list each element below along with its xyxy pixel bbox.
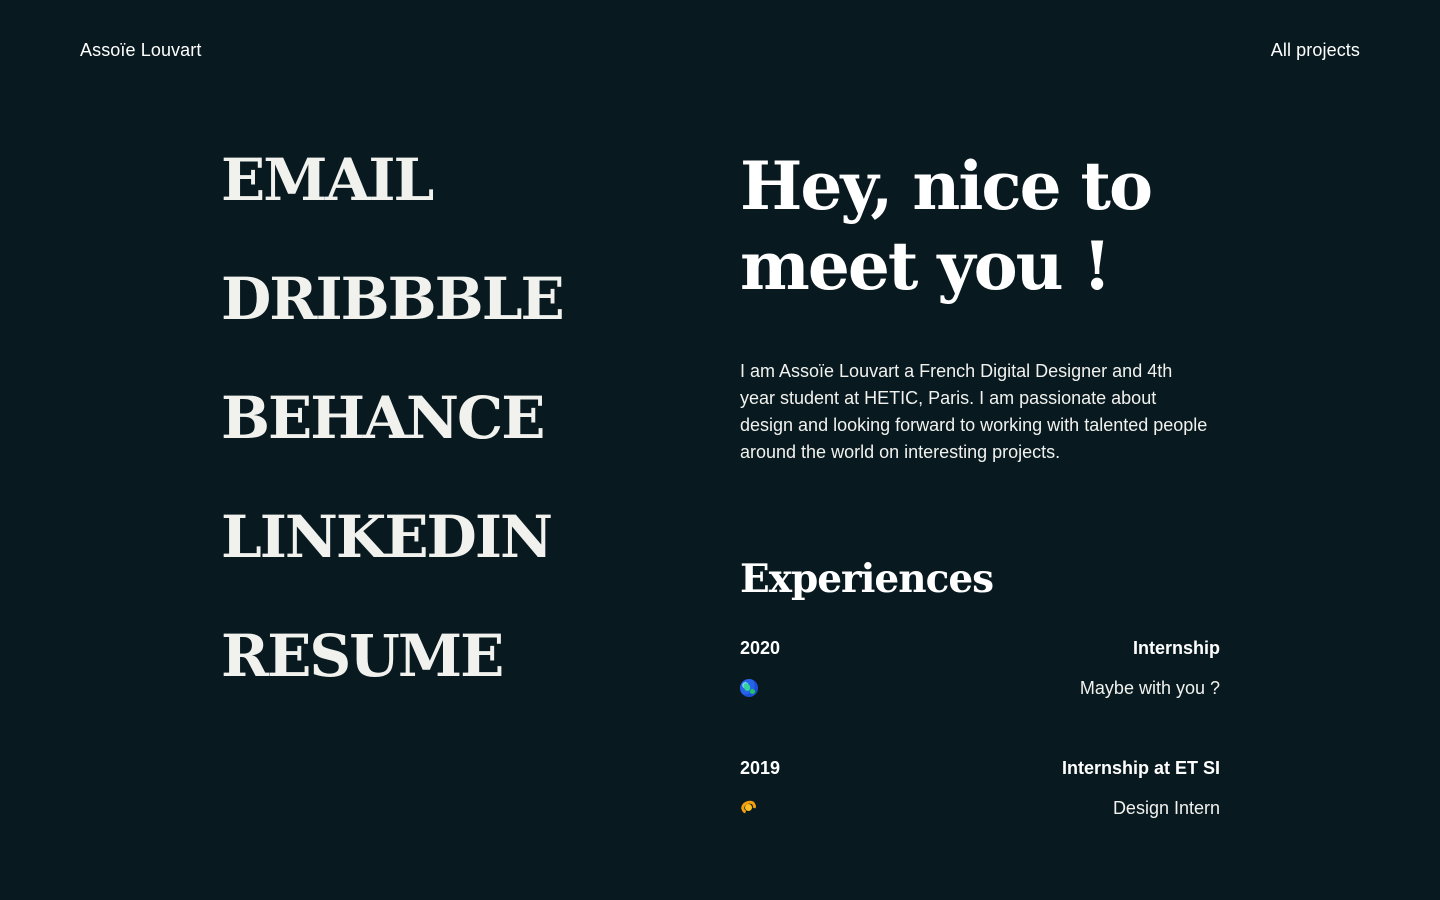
email-link[interactable]: EMAIL <box>221 146 434 214</box>
social-link-item: RESUME <box>221 622 641 741</box>
linkedin-link[interactable]: LINKEDIN <box>221 503 553 571</box>
title-line-1: Hey, nice to <box>740 147 1153 225</box>
experience-year: 2019 <box>740 758 781 778</box>
social-link-item: EMAIL <box>221 146 641 265</box>
intro-paragraph: I am Assoïe Louvart a French Digital Des… <box>740 361 1208 462</box>
top-navigation: Assoïe Louvart All projects <box>0 0 1440 100</box>
experience-details: Design Intern <box>740 796 1220 820</box>
brand-link[interactable]: Assoïe Louvart <box>80 38 201 62</box>
social-link-item: BEHANCE <box>221 384 641 503</box>
dribbble-link[interactable]: DRIBBBLE <box>221 265 565 333</box>
experience-detail: Design Intern <box>1112 798 1220 818</box>
social-link-item: LINKEDIN <box>221 503 641 622</box>
page-title: Hey, nice to meet you ! <box>740 146 1220 306</box>
all-projects-link[interactable]: All projects <box>1271 38 1360 62</box>
experience-year: 2020 <box>740 638 781 658</box>
experience-header: 2020 Internship <box>740 636 1220 660</box>
experience-item-2019: 2019 Internship at ET SI Design Intern <box>740 756 1220 876</box>
experience-item-2020: 2020 Internship Maybe with you ? <box>740 636 1220 756</box>
behance-link[interactable]: BEHANCE <box>221 384 545 452</box>
experience-detail: Maybe with you ? <box>1079 678 1220 698</box>
experience-role: Internship <box>1132 638 1220 658</box>
about-content: Hey, nice to meet you ! I am Assoïe Louv… <box>740 146 1220 876</box>
social-links-list: EMAIL DRIBBBLE BEHANCE LINKEDIN RESUME <box>221 146 641 741</box>
experience-list: 2020 Internship Maybe with you ? 2019 In… <box>740 636 1220 876</box>
croissant-icon <box>740 799 758 817</box>
experience-role: Internship at ET SI <box>1061 758 1220 778</box>
social-link-item: DRIBBBLE <box>221 265 641 384</box>
title-line-2: meet you ! <box>740 227 1112 305</box>
resume-link[interactable]: RESUME <box>221 622 504 690</box>
experiences-heading: Experiences <box>740 556 994 602</box>
experience-header: 2019 Internship at ET SI <box>740 756 1220 780</box>
experience-details: Maybe with you ? <box>740 676 1220 700</box>
globe-icon <box>740 679 758 697</box>
